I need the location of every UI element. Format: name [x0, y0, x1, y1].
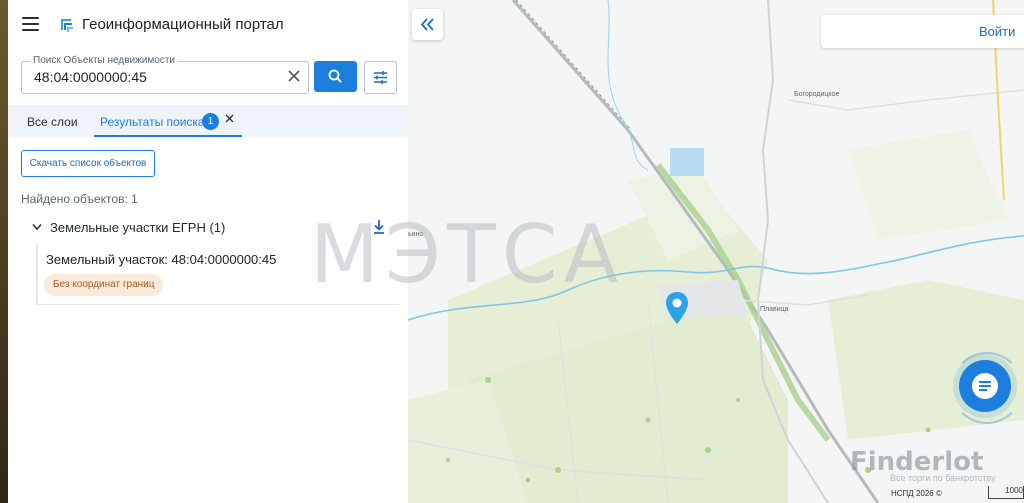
- location-pin-icon[interactable]: [665, 291, 689, 325]
- results-group-label: Земельные участки ЕГРН (1): [50, 220, 226, 235]
- filter-button[interactable]: [364, 61, 397, 94]
- menu-icon[interactable]: [22, 17, 39, 31]
- found-count-text: Найдено объектов: 1: [21, 192, 138, 206]
- water-body: [670, 148, 704, 176]
- portal-logo-icon: [61, 19, 73, 32]
- app-title: Геоинформационный портал: [82, 16, 284, 33]
- place-label: Богородицкое: [794, 91, 840, 98]
- login-button[interactable]: Войти: [821, 15, 1024, 48]
- clear-icon[interactable]: [286, 68, 302, 84]
- login-label: Войти: [979, 24, 1016, 39]
- window-edge: [0, 0, 8, 503]
- place-label: Плавица: [760, 306, 789, 313]
- chat-button[interactable]: [959, 360, 1011, 412]
- result-item-title[interactable]: Земельный участок: 48:04:0000000:45: [46, 252, 276, 267]
- search-icon: [328, 69, 342, 83]
- watermark-meta: МЭТСА: [310, 208, 625, 301]
- map-copyright: НСПД 2026 ©: [891, 489, 942, 498]
- double-chevron-left-icon: [420, 18, 434, 31]
- search-input[interactable]: Поиск Объекты недвижимости 48:04:0000000…: [21, 55, 309, 94]
- close-icon[interactable]: [224, 113, 235, 124]
- watermark-finderlot: Finderlot Все торги по банкротству: [850, 447, 996, 483]
- app-header: Геоинформационный портал: [8, 0, 408, 50]
- tab-all-layers[interactable]: Все слои: [27, 115, 78, 129]
- search-button[interactable]: [314, 61, 357, 92]
- status-badge: Без координат границ: [44, 274, 164, 296]
- search-label: Поиск Объекты недвижимости: [30, 55, 178, 66]
- watermark-finderlot-sub: Все торги по банкротству: [890, 473, 996, 483]
- filter-sliders-icon: [374, 71, 387, 84]
- download-list-button[interactable]: Скачать список объектов: [21, 150, 155, 177]
- search-value[interactable]: 48:04:0000000:45: [34, 69, 147, 85]
- results-count-badge: 1: [202, 113, 219, 130]
- chevron-down-icon[interactable]: [32, 223, 42, 231]
- collapse-panel-button[interactable]: [412, 9, 443, 40]
- active-tab-indicator: [94, 135, 242, 137]
- chat-icon: [972, 373, 998, 399]
- map-scale: 1000: [988, 486, 1024, 499]
- tab-bar: Все слои Результаты поиска 1: [8, 105, 408, 137]
- tab-search-results[interactable]: Результаты поиска: [100, 115, 205, 129]
